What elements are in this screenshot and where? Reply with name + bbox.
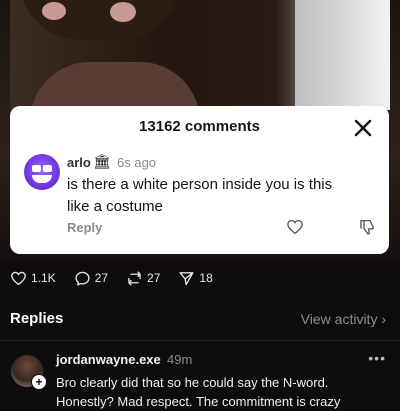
avatar-eye-right [43, 165, 52, 172]
avatar-mouth [32, 175, 52, 183]
reply-username[interactable]: jordanwayne.exe [56, 352, 161, 367]
nostril-left [42, 2, 66, 20]
commenter-username[interactable]: arlo [67, 155, 91, 170]
more-options-icon[interactable]: ••• [368, 350, 386, 366]
divider [0, 340, 400, 341]
share-count: 18 [199, 271, 213, 285]
comment-bubble-icon [75, 271, 90, 286]
repost-action[interactable]: 27 [126, 270, 160, 287]
reply-button[interactable]: Reply [67, 220, 102, 235]
comments-count-title: 13162 comments [139, 118, 260, 135]
send-icon [179, 271, 194, 285]
heart-icon[interactable] [286, 218, 304, 236]
reply-timestamp: 49m [167, 352, 193, 367]
commenter-avatar[interactable] [24, 154, 60, 190]
background-wall [295, 0, 390, 110]
lip-image-region [30, 62, 200, 110]
heart-outline-icon [11, 271, 26, 285]
video-frame[interactable] [10, 0, 390, 110]
nostril-right [110, 2, 136, 22]
comment-count: 27 [94, 271, 109, 285]
comment-timestamp: 6s ago [117, 155, 157, 170]
follow-plus-icon[interactable]: + [31, 374, 47, 390]
replies-heading: Replies [10, 310, 64, 327]
comment-text: is there a white person inside you is th… [67, 176, 333, 215]
repost-icon [128, 270, 141, 286]
repost-count: 27 [147, 271, 161, 285]
action-bar: 1.1K 27 27 18 [10, 268, 231, 288]
avatar-eye-left [32, 165, 41, 172]
like-action[interactable]: 1.1K [10, 270, 56, 287]
comment-card: 13162 comments arlo 🏛 6s ago is there a … [10, 106, 389, 254]
view-activity-link[interactable]: View activity › [301, 311, 386, 327]
share-action[interactable]: 18 [178, 270, 213, 287]
bank-badge-icon: 🏛 [93, 153, 111, 169]
reply-text: Bro clearly did that so he could say the… [56, 375, 341, 409]
like-count: 1.1K [31, 271, 56, 285]
close-icon[interactable] [351, 116, 375, 140]
dislike-icon[interactable] [358, 218, 376, 236]
comment-action[interactable]: 27 [74, 270, 108, 287]
